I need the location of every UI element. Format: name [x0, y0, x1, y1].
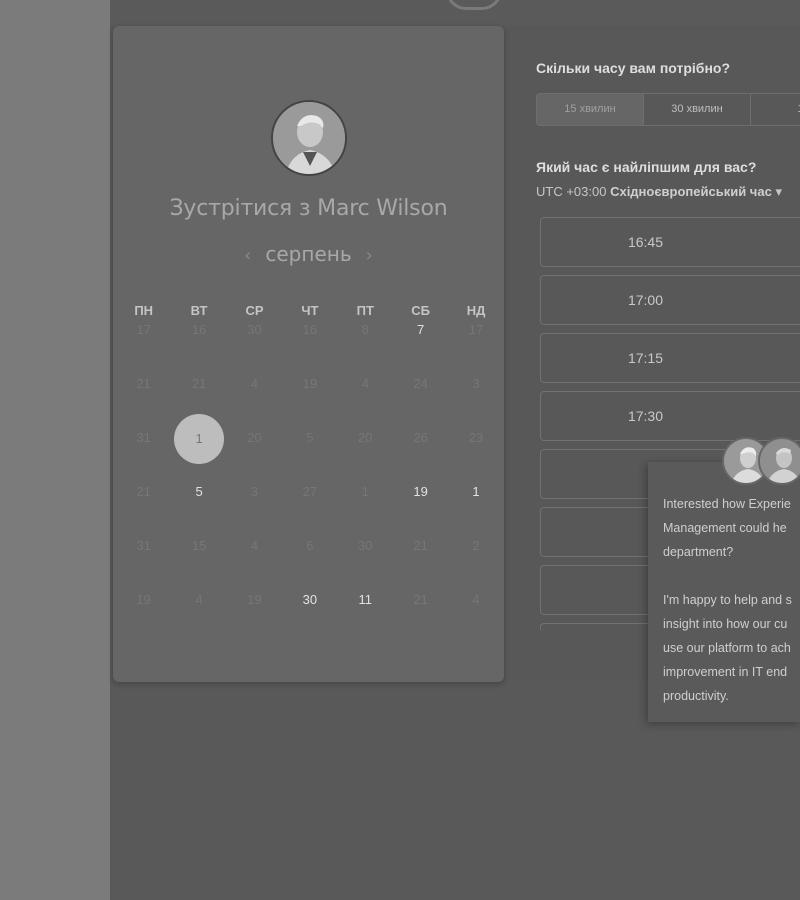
time-slot[interactable]: 17:30: [540, 391, 800, 441]
calendar-card: Зустрітися з Marc Wilson ‹ серпень › ПН ВТ…: [113, 26, 504, 682]
weekday-label: ПТ: [356, 303, 374, 318]
calendar-week: 31 15 4 6 30 21 2: [116, 538, 504, 592]
person-icon: [273, 102, 345, 174]
weekday-header: ПН ВТ СР ЧТ ПТ СБ НД: [116, 300, 504, 322]
calendar-day: 1: [361, 484, 369, 499]
calendar-day: 4: [195, 592, 203, 607]
chevron-left-icon[interactable]: ‹: [244, 245, 251, 266]
time-slot[interactable]: 17:15: [540, 333, 800, 383]
chat-line: Management could he: [663, 521, 787, 535]
chat-line: [663, 564, 800, 588]
calendar-day: 17: [468, 322, 484, 337]
chevron-right-icon[interactable]: ›: [366, 245, 373, 266]
calendar-day: 8: [361, 322, 369, 337]
calendar-day: 17: [136, 322, 151, 337]
chat-line: productivity.: [663, 689, 729, 703]
calendar-day: 19: [302, 376, 318, 391]
calendar-day: 21: [413, 538, 428, 553]
calendar-week: 21 21 4 19 4 24 3: [116, 376, 504, 430]
duration-option-60[interactable]: 1 г: [751, 94, 800, 125]
duration-heading: Скільки часу вам потрібно?: [536, 60, 731, 76]
calendar-day: 4: [250, 538, 259, 553]
duration-option-15[interactable]: 15 хвилин: [537, 94, 644, 125]
calendar-day: 4: [361, 376, 369, 391]
calendar-day: 2: [472, 538, 480, 553]
calendar-day: 3: [472, 376, 480, 391]
meeting-title: Зустрітися з Marc Wilson: [169, 196, 448, 221]
weekday-label: ПН: [134, 303, 154, 318]
host-avatar: [271, 100, 347, 176]
calendar-day-available[interactable]: 1: [448, 484, 503, 538]
calendar-day: 23: [468, 430, 484, 445]
calendar-day: 26: [413, 430, 428, 445]
chat-line: department?: [663, 545, 734, 559]
calendar-day: 27: [302, 484, 318, 499]
time-heading: Який час є найліпшим для вас?: [536, 159, 757, 175]
calendar-day-available[interactable]: 19: [393, 484, 448, 538]
weekday-label: СР: [245, 303, 264, 318]
calendar-day: 31: [136, 430, 151, 445]
chat-message: Interested how Experie Management could …: [663, 492, 800, 708]
timezone-selector[interactable]: UTC +03:00 Східноєвропейський час ▾: [536, 184, 782, 200]
calendar-day: 30: [247, 322, 262, 337]
chat-line: improvement in IT end: [663, 665, 788, 679]
calendar-day: 31: [136, 538, 151, 553]
timezone-offset: UTC +03:00: [536, 184, 607, 199]
chat-line: Interested how Experie: [663, 497, 791, 511]
calendar-week: 21 5 3 27 1 19 1: [116, 484, 504, 538]
duration-selector: 15 хвилин 30 хвилин 1 г: [536, 93, 800, 126]
weekday-label: ВТ: [190, 303, 208, 318]
weekday-label: СБ: [411, 303, 431, 318]
chevron-down-icon: ▾: [775, 184, 782, 199]
calendar-day: 5: [306, 430, 314, 445]
calendar-day: 24: [413, 376, 428, 391]
calendar-day-available[interactable]: 11: [338, 592, 393, 646]
calendar-week: 17 16 30 16 8 7 17: [116, 322, 504, 376]
top-header-band: [110, 0, 800, 26]
left-background-strip: [0, 0, 110, 900]
calendar-day: 30: [358, 538, 373, 553]
calendar-day-available[interactable]: 7: [393, 322, 448, 376]
calendar-day: 6: [306, 538, 314, 553]
calendar-grid: ПН ВТ СР ЧТ ПТ СБ НД 17 16 30 16 8 7 17 …: [116, 300, 504, 646]
calendar-day: 19: [136, 592, 151, 607]
chat-line: insight into how our cu: [663, 617, 788, 631]
month-label: серпень: [265, 242, 352, 266]
brand-logo-icon: [446, 0, 502, 10]
chat-agent-avatar: [758, 437, 800, 485]
chat-popup[interactable]: Interested how Experie Management could …: [648, 462, 800, 722]
calendar-day-selected[interactable]: 1: [171, 414, 226, 484]
weekday-label: ЧТ: [301, 303, 319, 318]
chat-line: use our platform to ach: [663, 641, 791, 655]
time-slot[interactable]: 17:00: [540, 275, 800, 325]
calendar-week: 19 4 19 30 11 21 4: [116, 592, 504, 646]
weekday-label: НД: [466, 303, 486, 318]
calendar-day: 19: [247, 592, 262, 607]
time-slot[interactable]: 16:45: [540, 217, 800, 267]
calendar-day: 20: [358, 430, 373, 445]
calendar-day: 21: [136, 376, 151, 391]
calendar-day: 4: [250, 376, 259, 391]
calendar-day: 21: [413, 592, 428, 607]
calendar-day: 3: [250, 484, 259, 499]
calendar-day: 16: [302, 322, 318, 337]
calendar-day: 21: [136, 484, 151, 499]
calendar-week: 31 1 20 5 20 26 23: [116, 414, 504, 484]
calendar-day-available[interactable]: 30: [282, 592, 337, 646]
calendar-day: 16: [191, 322, 207, 337]
calendar-day: 15: [191, 538, 207, 553]
calendar-day-available[interactable]: 5: [171, 484, 226, 538]
person-icon: [760, 439, 800, 483]
month-navigator: ‹ серпень ›: [113, 242, 504, 266]
calendar-day: 4: [472, 592, 480, 607]
chat-line: I'm happy to help and s: [663, 593, 792, 607]
calendar-day: 20: [247, 430, 262, 445]
timezone-name: Східноєвропейський час: [610, 184, 772, 199]
duration-option-30[interactable]: 30 хвилин: [644, 94, 751, 125]
